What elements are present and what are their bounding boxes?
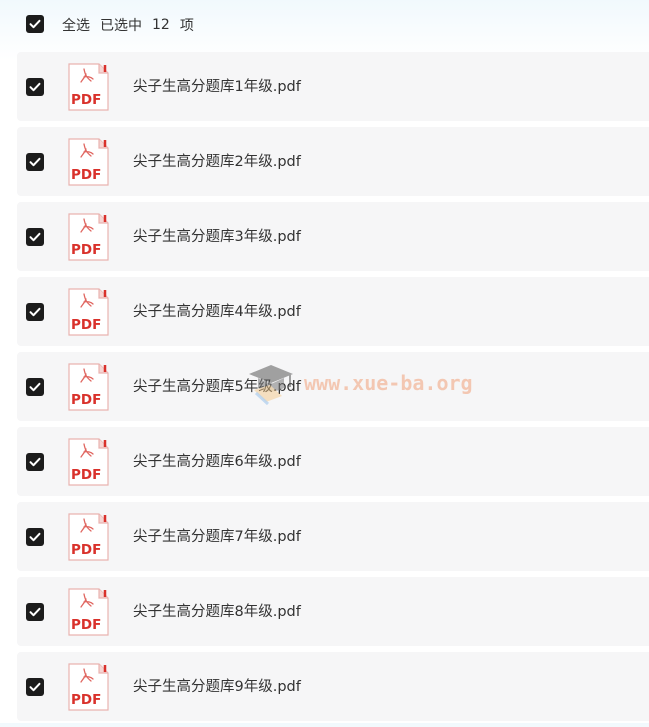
checkmark-icon	[29, 382, 41, 392]
select-all-checkbox[interactable]	[26, 15, 44, 33]
file-name[interactable]: 尖子生高分题库7年级.pdf	[133, 526, 301, 548]
file-list: PDF 尖子生高分题库1年级.pdf PDF 尖子生高分题库2年级.pdf PD…	[17, 52, 649, 727]
checkmark-icon	[29, 607, 41, 617]
file-checkbox[interactable]	[26, 378, 44, 396]
pdf-file-icon: PDF	[68, 363, 109, 411]
selected-suffix: 项	[179, 18, 194, 34]
checkmark-icon	[29, 532, 41, 542]
pdf-badge-text: PDF	[71, 242, 101, 258]
file-name[interactable]: 尖子生高分题库9年级.pdf	[133, 676, 301, 698]
file-checkbox[interactable]	[26, 528, 44, 546]
file-row-2[interactable]: PDF 尖子生高分题库2年级.pdf	[17, 127, 649, 196]
pdf-badge-text: PDF	[71, 542, 101, 558]
checkmark-icon	[29, 19, 41, 29]
file-name[interactable]: 尖子生高分题库4年级.pdf	[133, 301, 301, 323]
select-all-label[interactable]: 全选	[62, 15, 90, 35]
checkmark-icon	[29, 682, 41, 692]
file-name[interactable]: 尖子生高分题库8年级.pdf	[133, 601, 301, 623]
pdf-badge-text: PDF	[71, 392, 101, 408]
file-name[interactable]: 尖子生高分题库5年级.pdf	[133, 376, 301, 398]
file-row-9[interactable]: PDF 尖子生高分题库9年级.pdf	[17, 652, 649, 721]
pdf-badge-text: PDF	[71, 692, 101, 708]
checkmark-icon	[29, 307, 41, 317]
selected-prefix: 已选中	[100, 18, 142, 34]
checkmark-icon	[29, 157, 41, 167]
file-row-4[interactable]: PDF 尖子生高分题库4年级.pdf	[17, 277, 649, 346]
file-row-1[interactable]: PDF 尖子生高分题库1年级.pdf	[17, 52, 649, 121]
selected-count: 12	[152, 17, 170, 33]
file-row-3[interactable]: PDF 尖子生高分题库3年级.pdf	[17, 202, 649, 271]
file-checkbox[interactable]	[26, 153, 44, 171]
file-checkbox[interactable]	[26, 228, 44, 246]
pdf-file-icon: PDF	[68, 138, 109, 186]
file-checkbox[interactable]	[26, 303, 44, 321]
pdf-badge-text: PDF	[71, 467, 101, 483]
pdf-badge-text: PDF	[71, 167, 101, 183]
file-row-7[interactable]: PDF 尖子生高分题库7年级.pdf	[17, 502, 649, 571]
file-checkbox[interactable]	[26, 453, 44, 471]
file-checkbox[interactable]	[26, 678, 44, 696]
file-checkbox[interactable]	[26, 78, 44, 96]
file-name[interactable]: 尖子生高分题库3年级.pdf	[133, 226, 301, 248]
file-name[interactable]: 尖子生高分题库2年级.pdf	[133, 151, 301, 173]
pdf-file-icon: PDF	[68, 513, 109, 561]
pdf-file-icon: PDF	[68, 213, 109, 261]
pdf-badge-text: PDF	[71, 317, 101, 333]
checkmark-icon	[29, 232, 41, 242]
selection-header: 全选 已选中 12 项	[0, 0, 649, 50]
pdf-badge-text: PDF	[71, 617, 101, 633]
pdf-file-icon: PDF	[68, 663, 109, 711]
file-row-8[interactable]: PDF 尖子生高分题库8年级.pdf	[17, 577, 649, 646]
pdf-file-icon: PDF	[68, 288, 109, 336]
file-checkbox[interactable]	[26, 603, 44, 621]
pdf-file-icon: PDF	[68, 438, 109, 486]
pdf-file-icon: PDF	[68, 588, 109, 636]
file-name[interactable]: 尖子生高分题库1年级.pdf	[133, 76, 301, 98]
pdf-badge-text: PDF	[71, 92, 101, 108]
selection-summary: 全选 已选中 12 项	[62, 15, 204, 35]
file-row-5[interactable]: PDF 尖子生高分题库5年级.pdf	[17, 352, 649, 421]
checkmark-icon	[29, 82, 41, 92]
file-row-6[interactable]: PDF 尖子生高分题库6年级.pdf	[17, 427, 649, 496]
file-name[interactable]: 尖子生高分题库6年级.pdf	[133, 451, 301, 473]
checkmark-icon	[29, 457, 41, 467]
pdf-file-icon: PDF	[68, 63, 109, 111]
